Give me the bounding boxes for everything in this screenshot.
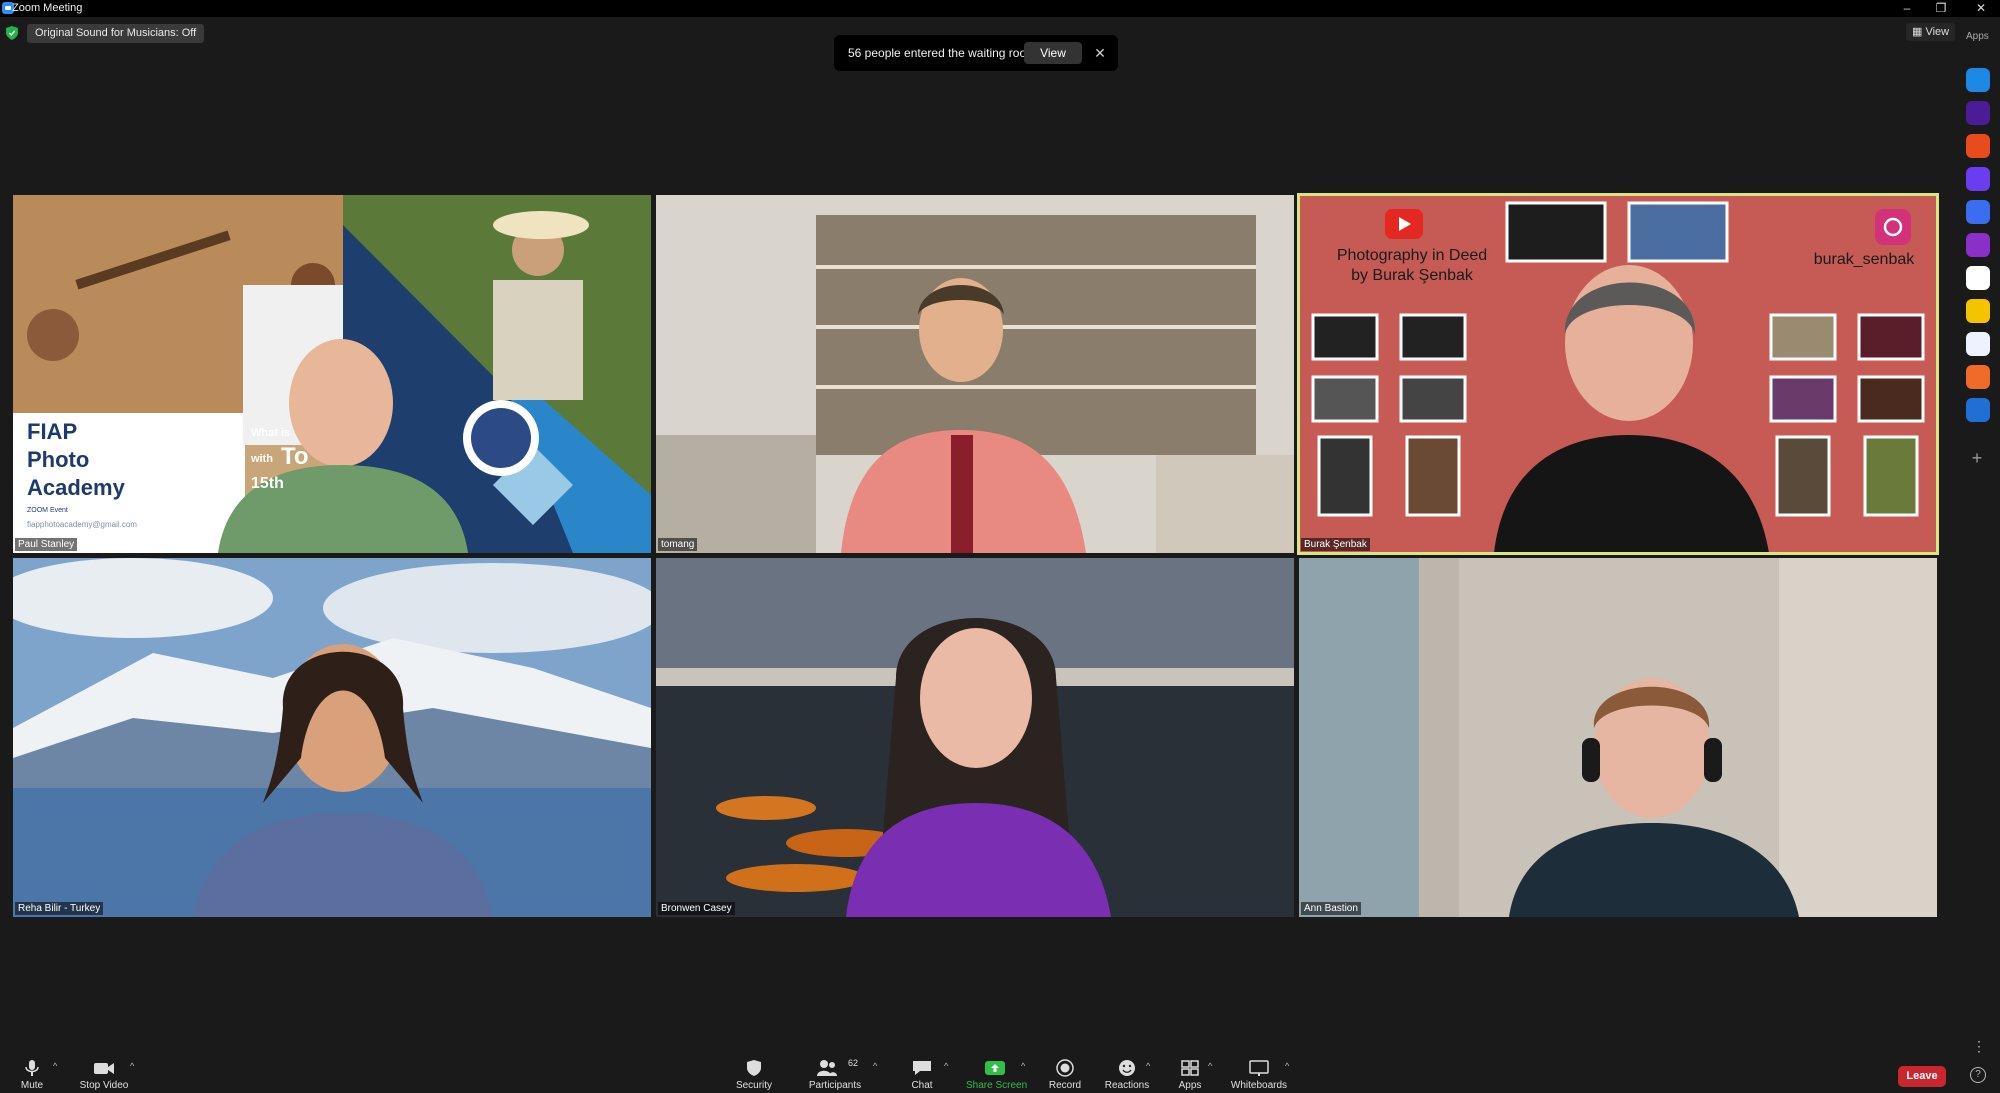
participant-name: Bronwen Casey: [658, 902, 735, 915]
help-icon[interactable]: ?: [1970, 1067, 1986, 1083]
video-feed: [656, 195, 1294, 553]
mute-button[interactable]: Mute: [14, 1047, 50, 1093]
app-rail: [1962, 68, 1994, 431]
window-title: Zoom Meeting: [12, 2, 83, 14]
bg-title-line1: Photography in Deed: [1336, 247, 1488, 264]
sync-app-icon[interactable]: [1966, 398, 1990, 422]
slide-zoom-event: ZOOM Event: [27, 507, 68, 514]
close-window-icon[interactable]: ✕: [1966, 0, 1996, 17]
original-sound-toggle[interactable]: Original Sound for Musicians: Off: [27, 24, 205, 43]
encryption-shield-icon[interactable]: [6, 26, 18, 40]
video-camera-icon: [94, 1063, 114, 1074]
whiteboard-icon: [1249, 1060, 1269, 1076]
title-bar: Zoom Meeting – ❐ ✕: [0, 0, 2000, 17]
participants-icon: [817, 1060, 837, 1076]
slide-line-academy: Academy: [27, 475, 125, 500]
apps-options-caret[interactable]: ^: [1208, 1061, 1212, 1071]
slide-email: fiapphotoacademy@gmail.com: [27, 520, 137, 529]
orange-app-icon[interactable]: [1966, 134, 1990, 158]
waiting-room-banner: 56 people entered the waiting room View …: [834, 35, 1118, 71]
restore-icon[interactable]: ❐: [1926, 0, 1956, 17]
apps-button[interactable]: Apps: [1176, 1047, 1204, 1093]
meeting-toolbar: Mute ^ Stop Video ^ Security 62 Particip…: [0, 1047, 2000, 1093]
chat-options-caret[interactable]: ^: [944, 1061, 948, 1071]
record-button[interactable]: Record: [1048, 1047, 1082, 1093]
video-tile-tomang[interactable]: tomang: [656, 195, 1294, 553]
participant-name: Burak Şenbak: [1301, 538, 1370, 551]
bg-title-line2: by Burak Şenbak: [1351, 267, 1473, 284]
chat-button[interactable]: Chat: [906, 1047, 938, 1093]
video-feed: [656, 558, 1294, 917]
twine-app-icon[interactable]: [1966, 332, 1990, 356]
record-icon: [1056, 1059, 1074, 1077]
more-options-icon[interactable]: ⋮: [1972, 1038, 1986, 1055]
waiting-room-view-button[interactable]: View: [1024, 42, 1082, 64]
close-icon[interactable]: ✕: [1090, 43, 1110, 63]
w-app-icon[interactable]: [1966, 167, 1990, 191]
yellow-face-app-icon[interactable]: [1966, 299, 1990, 323]
video-tile-burak-senbak[interactable]: Photography in Deed by Burak Şenbak bura…: [1297, 193, 1939, 555]
bg-instagram-handle: burak_senbak: [1813, 251, 1915, 268]
grid-app-icon[interactable]: [1966, 365, 1990, 389]
stop-video-button[interactable]: Stop Video: [78, 1047, 130, 1093]
participant-name: tomang: [658, 538, 698, 551]
kahoot-app-icon[interactable]: [1966, 101, 1990, 125]
participant-name: Ann Bastion: [1301, 902, 1361, 915]
slide-with: with: [251, 453, 273, 465]
minimize-icon[interactable]: –: [1892, 0, 1922, 17]
grid-icon: ▦: [1912, 26, 1926, 38]
participants-count: 62: [848, 1058, 859, 1068]
add-app-icon[interactable]: +: [1967, 448, 1987, 468]
chat-bubble-icon: [913, 1061, 931, 1075]
reactions-smiley-icon: [1119, 1060, 1135, 1076]
share-options-caret[interactable]: ^: [1021, 1061, 1025, 1071]
share-screen-icon: [985, 1061, 1005, 1075]
purple-app-icon[interactable]: [1966, 233, 1990, 257]
video-tile-reha-bilir[interactable]: Reha Bilir - Turkey: [13, 558, 651, 917]
scribble-app-icon[interactable]: [1966, 266, 1990, 290]
security-button[interactable]: Security: [734, 1047, 774, 1093]
audio-options-caret[interactable]: ^: [53, 1061, 57, 1071]
video-feed: [13, 558, 651, 917]
leave-button[interactable]: Leave: [1898, 1066, 1946, 1087]
apps-icon: [1181, 1060, 1199, 1076]
blue-swirl-app-icon[interactable]: [1966, 200, 1990, 224]
microphone-icon: [25, 1060, 39, 1076]
participant-name: Paul Stanley: [15, 538, 78, 551]
slide-line-photo: Photo: [27, 447, 90, 472]
arrow-app-icon[interactable]: [1966, 68, 1990, 92]
participants-options-caret[interactable]: ^: [873, 1061, 877, 1071]
video-tile-paul-stanley[interactable]: FIAP Photo Academy ZOOM Event fiapphotoa…: [13, 195, 651, 553]
video-tile-ann-bastion[interactable]: Ann Bastion: [1299, 558, 1937, 917]
slide-to: To: [281, 443, 309, 470]
view-layout-button[interactable]: ▦ View: [1906, 23, 1956, 41]
security-shield-icon: [747, 1060, 761, 1076]
whiteboards-options-caret[interactable]: ^: [1285, 1061, 1289, 1071]
reactions-button[interactable]: Reactions: [1104, 1047, 1150, 1093]
reactions-options-caret[interactable]: ^: [1146, 1061, 1150, 1071]
slide-date: 15th: [251, 475, 284, 492]
share-screen-button[interactable]: Share Screen: [966, 1047, 1027, 1093]
video-feed: [1299, 558, 1937, 917]
apps-label: Apps: [1966, 31, 1989, 42]
video-options-caret[interactable]: ^: [130, 1061, 134, 1071]
whiteboards-button[interactable]: Whiteboards: [1230, 1047, 1288, 1093]
video-tile-bronwen-casey[interactable]: Bronwen Casey: [656, 558, 1294, 917]
participant-name: Reha Bilir - Turkey: [15, 902, 104, 915]
participants-button[interactable]: 62 Participants: [808, 1047, 862, 1093]
slide-what-is: What is: [251, 427, 291, 439]
waiting-room-text: 56 people entered the waiting room: [848, 46, 1037, 60]
slide-line-fiap: FIAP: [27, 419, 78, 444]
